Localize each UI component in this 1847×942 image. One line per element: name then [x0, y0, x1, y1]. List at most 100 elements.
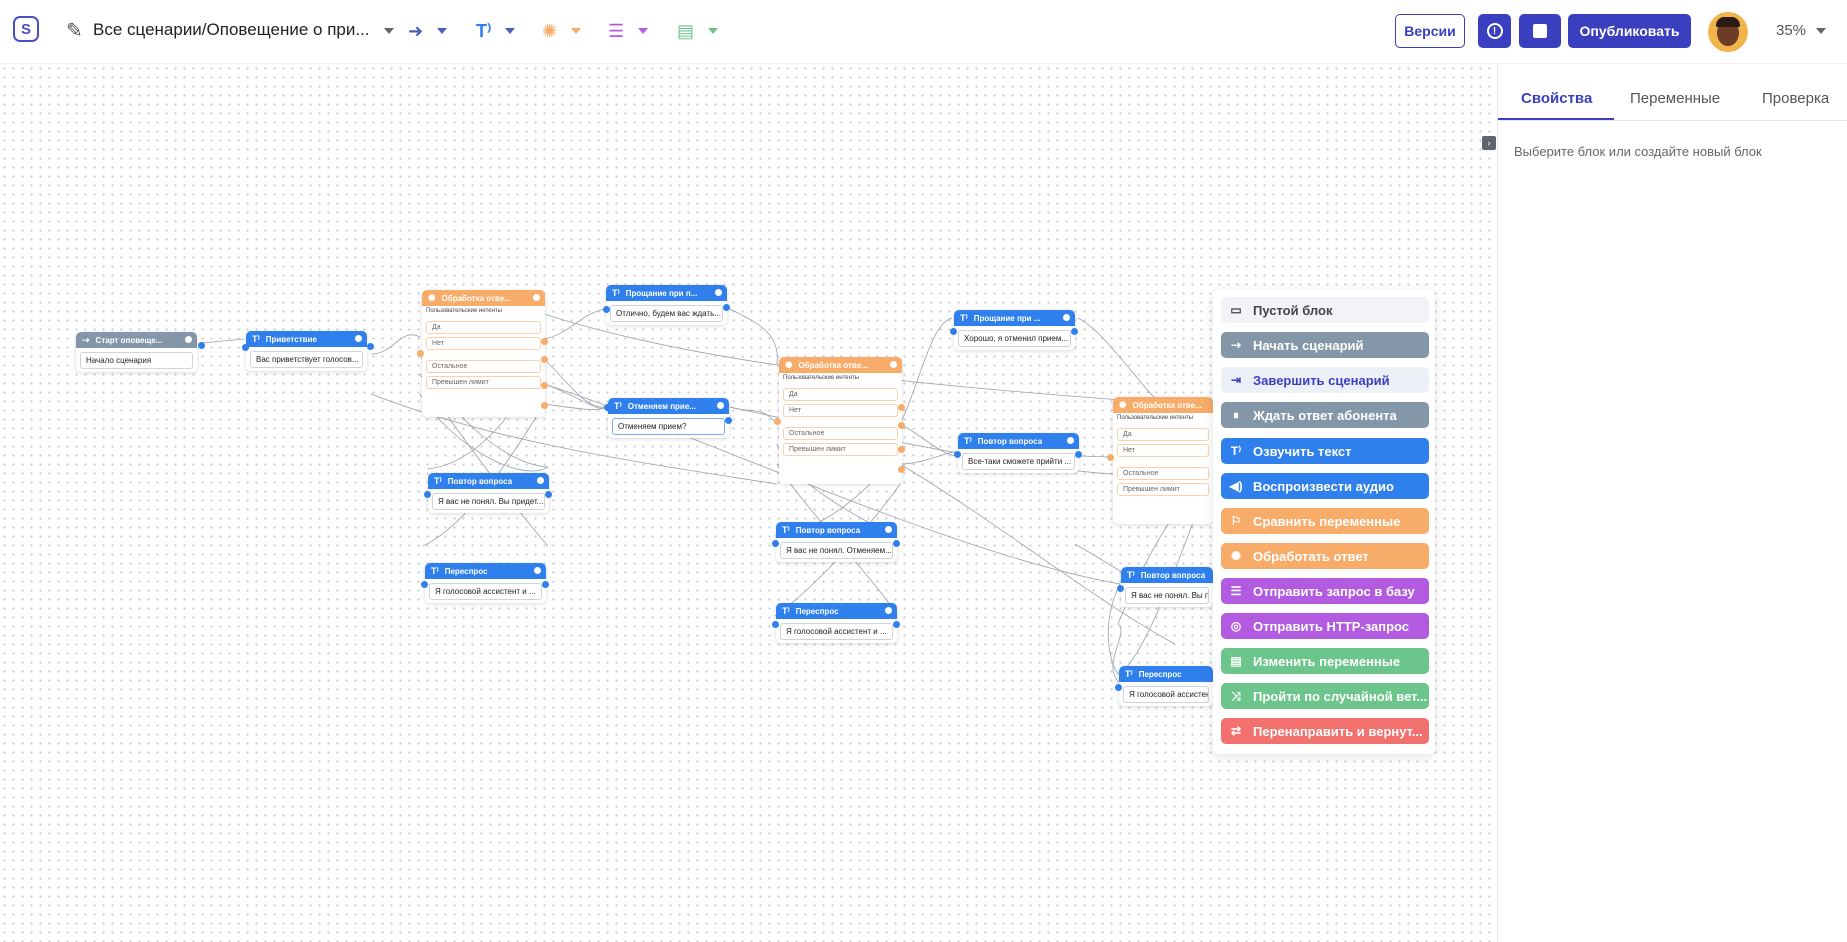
- reask-block-3[interactable]: T⁾ Переспрос Я голосовой ассистент: [1119, 666, 1213, 706]
- farewell-block-2[interactable]: T⁾ Прощание при ... Хорошо, я отменил при…: [954, 310, 1075, 350]
- close-icon[interactable]: [717, 402, 724, 409]
- chevron-down-icon[interactable]: [638, 28, 649, 34]
- intent-option[interactable]: Остальное: [783, 427, 898, 440]
- close-icon[interactable]: [885, 607, 892, 614]
- input-port[interactable]: [772, 621, 779, 628]
- menu-start-scenario[interactable]: ⇢ Начать сценарий: [1221, 332, 1429, 358]
- tab-properties[interactable]: Свойства: [1521, 90, 1592, 107]
- output-port[interactable]: [541, 338, 548, 345]
- intent-option[interactable]: Превышен лимит: [1117, 483, 1209, 496]
- menu-redirect[interactable]: ⇄ Перенаправить и вернут...: [1221, 718, 1429, 744]
- cancel-block[interactable]: T⁾ Отменяем прие... Отменяем прием?: [608, 398, 729, 438]
- intent-option[interactable]: Нет: [783, 404, 898, 417]
- output-port[interactable]: [893, 540, 900, 547]
- input-port[interactable]: [603, 306, 610, 313]
- logo-icon[interactable]: S: [13, 16, 39, 42]
- block-field[interactable]: Хорошо, я отменил прием...: [958, 330, 1071, 347]
- tab-variables[interactable]: Переменные: [1630, 90, 1720, 107]
- farewell-block-1[interactable]: T⁾ Прощание при п... Отлично, будем вас ж…: [606, 285, 727, 325]
- input-port[interactable]: [604, 404, 611, 411]
- block-header[interactable]: T⁾ Переспрос: [425, 563, 546, 579]
- block-field[interactable]: Все-таки сможете прийти ...: [962, 453, 1075, 470]
- menu-http-request[interactable]: ◎ Отправить HTTP-запрос: [1221, 613, 1429, 639]
- input-port[interactable]: [242, 344, 249, 351]
- menu-speak-text[interactable]: T⁾ Озвучить текст: [1221, 438, 1429, 464]
- output-port[interactable]: [367, 343, 374, 350]
- zoom-dropdown[interactable]: 35%: [1776, 22, 1827, 39]
- intent-option[interactable]: Остальное: [426, 360, 541, 373]
- output-port[interactable]: [898, 466, 905, 473]
- repeat-question-block-1[interactable]: T⁾ Повтор вопроса Я вас не понял. Вы прид…: [428, 473, 549, 513]
- intent-option[interactable]: Остальное: [1117, 467, 1209, 480]
- input-port[interactable]: [417, 350, 424, 357]
- chevron-down-icon[interactable]: [708, 28, 719, 34]
- block-field[interactable]: Я голосовой ассистент и ...: [429, 583, 542, 600]
- info-button[interactable]: !: [1478, 14, 1511, 48]
- block-header[interactable]: ✺ Обработка отве...: [422, 290, 545, 306]
- block-header[interactable]: ✺ Обработка отве...: [1113, 397, 1213, 413]
- block-field[interactable]: Начало сценария: [80, 352, 193, 369]
- input-port[interactable]: [772, 540, 779, 547]
- output-port[interactable]: [541, 402, 548, 409]
- close-icon[interactable]: [890, 361, 897, 368]
- chevron-down-icon[interactable]: [571, 28, 582, 34]
- start-block[interactable]: ⇢ Старт оповеще... Начало сценария: [76, 332, 197, 372]
- block-field[interactable]: Отлично, будем вас ждать...: [610, 305, 723, 322]
- intent-option[interactable]: Да: [783, 388, 898, 401]
- menu-compare-variables[interactable]: ⚐ Сравнить переменные: [1221, 508, 1429, 534]
- block-header[interactable]: ⇢ Старт оповеще...: [76, 332, 197, 348]
- input-port[interactable]: [424, 491, 431, 498]
- output-port[interactable]: [1071, 328, 1078, 335]
- block-header[interactable]: T⁾ Отменяем прие...: [608, 398, 729, 414]
- menu-random-branch[interactable]: ⤨ Пройти по случайной вет...: [1221, 683, 1429, 709]
- input-port[interactable]: [1115, 684, 1122, 691]
- process-answer-block-2[interactable]: ✺ Обработка отве... Пользовательские инте…: [779, 357, 902, 484]
- process-answer-block-1[interactable]: ✺ Обработка отве... Пользовательские инте…: [422, 290, 545, 417]
- output-port[interactable]: [541, 356, 548, 363]
- menu-empty-block[interactable]: ▭ Пустой блок: [1221, 297, 1429, 323]
- intent-option[interactable]: Да: [1117, 428, 1209, 441]
- intent-option[interactable]: Нет: [1117, 444, 1209, 457]
- menu-wait-answer[interactable]: ⏸ Ждать ответ абонента: [1221, 402, 1429, 428]
- block-header[interactable]: T⁾ Переспрос: [776, 603, 897, 619]
- input-port[interactable]: [954, 451, 961, 458]
- repeat-question-block-3[interactable]: T⁾ Повтор вопроса Все-таки сможете прийти…: [958, 433, 1079, 473]
- intent-option[interactable]: Превышен лимит: [783, 443, 898, 456]
- block-field[interactable]: Я вас не понял. Вы при: [1125, 587, 1209, 604]
- reask-block-2[interactable]: T⁾ Переспрос Я голосовой ассистент и ...: [776, 603, 897, 643]
- input-port[interactable]: [421, 581, 428, 588]
- block-field[interactable]: Отменяем прием?: [612, 418, 725, 435]
- output-port[interactable]: [1075, 451, 1082, 458]
- output-port[interactable]: [545, 491, 552, 498]
- output-port[interactable]: [541, 382, 548, 389]
- block-field[interactable]: Я голосовой ассистент и ...: [780, 623, 893, 640]
- chevron-down-icon[interactable]: [505, 28, 516, 34]
- integration-tool[interactable]: ☰: [608, 18, 649, 44]
- output-port[interactable]: [542, 581, 549, 588]
- start-end-tool[interactable]: ➜: [408, 18, 448, 44]
- menu-change-variables[interactable]: ▤ Изменить переменные: [1221, 648, 1429, 674]
- close-icon[interactable]: [355, 335, 362, 342]
- output-port[interactable]: [898, 404, 905, 411]
- collapse-panel-button[interactable]: ›: [1482, 136, 1496, 150]
- repeat-question-block-4[interactable]: T⁾ Повтор вопроса Я вас не понял. Вы при: [1121, 567, 1213, 607]
- output-port[interactable]: [198, 342, 205, 349]
- close-icon[interactable]: [185, 336, 192, 343]
- block-field[interactable]: Я голосовой ассистент: [1123, 686, 1209, 703]
- repeat-question-block-2[interactable]: T⁾ Повтор вопроса Я вас не понял. Отменяе…: [776, 522, 897, 562]
- input-port[interactable]: [1107, 454, 1114, 461]
- block-header[interactable]: T⁾ Повтор вопроса: [776, 522, 897, 538]
- breadcrumb[interactable]: Все сценарии/Оповещение о при...: [93, 20, 395, 40]
- intent-option[interactable]: Превышен лимит: [426, 376, 541, 389]
- greeting-block[interactable]: T⁾ Приветствие Вас приветствует голосов..…: [246, 331, 367, 371]
- block-header[interactable]: T⁾ Прощание при п...: [606, 285, 727, 301]
- chevron-down-icon[interactable]: [437, 28, 448, 34]
- close-icon[interactable]: [534, 567, 541, 574]
- block-header[interactable]: T⁾ Прощание при ...: [954, 310, 1075, 326]
- close-icon[interactable]: [1067, 437, 1074, 444]
- close-icon[interactable]: [1063, 314, 1070, 321]
- publish-button[interactable]: Опубликовать: [1568, 14, 1691, 48]
- variables-tool[interactable]: ▤: [677, 18, 719, 44]
- menu-db-request[interactable]: ☰ Отправить запрос в базу: [1221, 578, 1429, 604]
- block-field[interactable]: Я вас не понял. Отменяем...: [780, 542, 893, 559]
